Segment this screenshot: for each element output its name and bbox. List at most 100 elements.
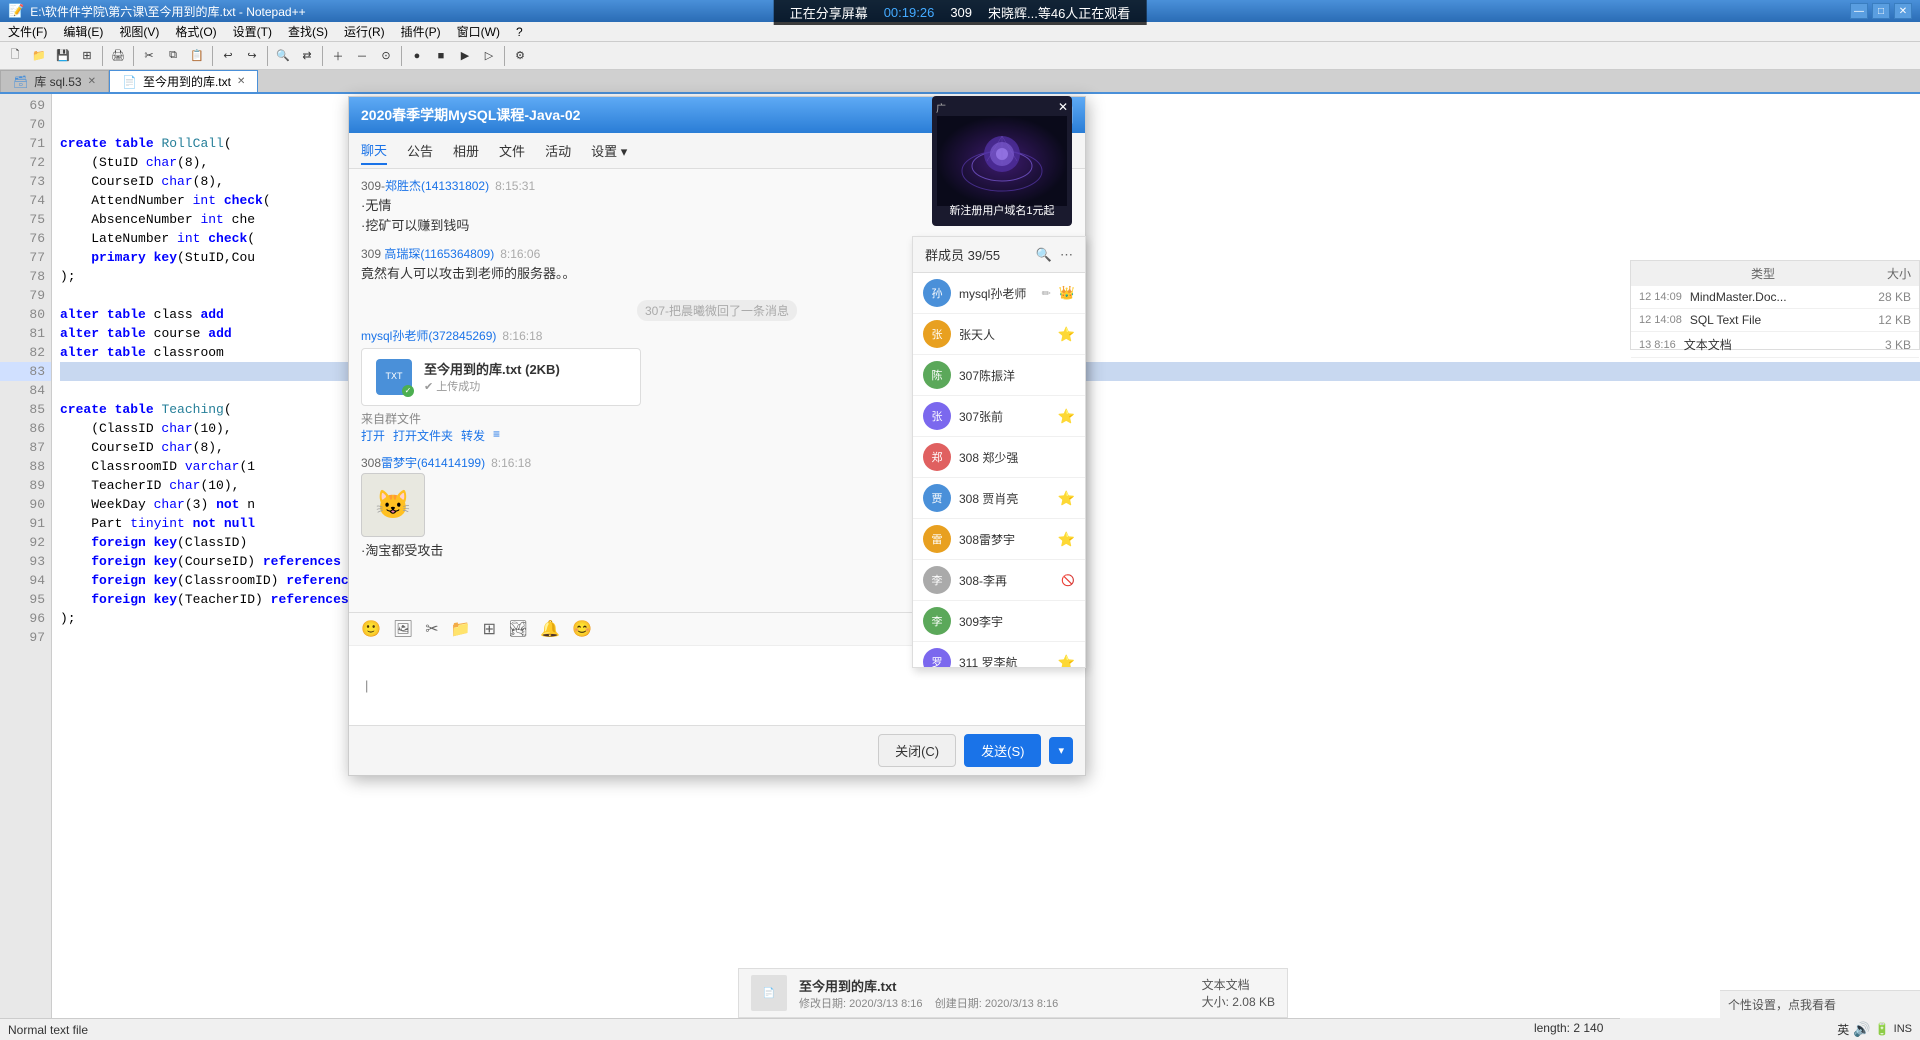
group-icon[interactable]: ⊞ xyxy=(483,619,496,639)
toolbar-redo[interactable]: ↪ xyxy=(241,45,263,67)
file-forward-btn[interactable]: 转发 xyxy=(461,427,485,444)
menu-settings[interactable]: 设置(T) xyxy=(225,22,280,41)
toolbar-save[interactable]: 💾 xyxy=(52,45,74,67)
ln-78: 78 xyxy=(0,267,51,286)
chat-send-button[interactable]: 发送(S) xyxy=(964,734,1041,767)
chat-nav-album[interactable]: 相册 xyxy=(453,137,479,164)
member-item-luo[interactable]: 罗 311 罗李航 ⭐ xyxy=(913,642,1085,667)
msg-2-name[interactable]: 高瑞琛(1165364809) xyxy=(384,247,494,261)
tray-network-icon[interactable]: 🔊 xyxy=(1853,1021,1870,1038)
toolbar-zoom-out[interactable]: － xyxy=(351,45,373,67)
recent-item-3[interactable]: 13 8:16 文本文档 3 KB xyxy=(1631,332,1919,358)
chat-close-button[interactable]: 关闭(C) xyxy=(878,734,956,767)
file-open-folder-btn[interactable]: 打开文件夹 xyxy=(393,427,453,444)
personal-settings-bar[interactable]: 个性设置，点我看看 xyxy=(1720,990,1920,1018)
bell-icon[interactable]: 🔔 xyxy=(540,619,560,639)
tab-txt[interactable]: 📄 至今用到的库.txt ✕ xyxy=(109,70,258,92)
face-icon[interactable]: 😊 xyxy=(572,619,592,639)
member-item-lei[interactable]: 雷 308雷梦宇 ⭐ xyxy=(913,519,1085,560)
toolbar-macro-rec[interactable]: ● xyxy=(406,45,428,67)
toolbar-copy[interactable]: ⧉ xyxy=(162,45,184,67)
tray-lang-icon[interactable]: 英 xyxy=(1837,1021,1849,1038)
file-open-btn[interactable]: 打开 xyxy=(361,427,385,444)
toolbar-sep6 xyxy=(401,46,402,66)
chat-nav-activity[interactable]: 活动 xyxy=(545,137,571,164)
toolbar-paste[interactable]: 📋 xyxy=(186,45,208,67)
file-more-btn[interactable]: ≡ xyxy=(493,427,500,444)
msg-4-name[interactable]: 雷梦宇(641414199) xyxy=(381,456,485,470)
member-item-li[interactable]: 李 308-李再 🚫 xyxy=(913,560,1085,601)
emoji-icon[interactable]: 🙂 xyxy=(361,619,381,639)
msg-3-time: 8:16:18 xyxy=(502,329,542,343)
toolbar-open[interactable]: 📁 xyxy=(28,45,50,67)
toolbar-cut[interactable]: ✂ xyxy=(138,45,160,67)
members-more-icon[interactable]: ⋯ xyxy=(1060,247,1073,263)
msg-3-name[interactable]: mysql孙老师(372845269) xyxy=(361,329,496,343)
toolbar-replace[interactable]: ⇄ xyxy=(296,45,318,67)
scissors-icon[interactable]: ✂ xyxy=(425,619,438,639)
member-name-zhangq: 307张前 xyxy=(959,408,1050,425)
msg-1-time: 8:15:31 xyxy=(495,179,535,193)
ln-89: 89 xyxy=(0,476,51,495)
chat-nav-files[interactable]: 文件 xyxy=(499,137,525,164)
minimize-button[interactable]: — xyxy=(1850,3,1868,19)
maximize-button[interactable]: □ xyxy=(1872,3,1890,19)
toolbar-print[interactable]: 🖨 xyxy=(107,45,129,67)
chat-nav-settings[interactable]: 设置 ▾ xyxy=(591,137,627,164)
menu-edit[interactable]: 编辑(E) xyxy=(55,22,111,41)
member-item-chen[interactable]: 陈 307陈振洋 xyxy=(913,355,1085,396)
tab-sql[interactable]: 🗃 库 sql.53 ✕ xyxy=(0,70,109,92)
members-panel: 群成员 39/55 🔍 ⋯ 孙 mysql孙老师 ✏ 👑 张 张天人 ⭐ 陈 3… xyxy=(912,236,1086,668)
menu-window[interactable]: 窗口(W) xyxy=(449,22,508,41)
member-item-liyu[interactable]: 李 309李宇 xyxy=(913,601,1085,642)
member-name-jia: 308 贾肖亮 xyxy=(959,490,1050,507)
member-item-zhang[interactable]: 张 张天人 ⭐ xyxy=(913,314,1085,355)
ad-text[interactable]: 新注册用户域名1元起 xyxy=(932,202,1072,218)
chat-nav-notice[interactable]: 公告 xyxy=(407,137,433,164)
ln-88: 88 xyxy=(0,457,51,476)
menu-run[interactable]: 运行(R) xyxy=(336,22,393,41)
menu-format[interactable]: 格式(O) xyxy=(167,22,224,41)
member-item-teacher[interactable]: 孙 mysql孙老师 ✏ 👑 xyxy=(913,273,1085,314)
toolbar-macro-stop[interactable]: ■ xyxy=(430,45,452,67)
upload-success-icon: ✓ xyxy=(402,385,414,397)
chat-send-arrow-button[interactable]: ▾ xyxy=(1049,737,1073,764)
menu-plugins[interactable]: 插件(P) xyxy=(393,22,449,41)
ln-86: 86 xyxy=(0,419,51,438)
toolbar-save-all[interactable]: ⊞ xyxy=(76,45,98,67)
chat-cursor-indicator: | xyxy=(365,677,368,695)
member-item-zhangq[interactable]: 张 307张前 ⭐ xyxy=(913,396,1085,437)
member-item-jia[interactable]: 贾 308 贾肖亮 ⭐ xyxy=(913,478,1085,519)
ln-83: 83 xyxy=(0,362,51,381)
recent-item-2[interactable]: 12 14:08 SQL Text File 12 KB xyxy=(1631,309,1919,332)
toolbar-zoom-reset[interactable]: ⊙ xyxy=(375,45,397,67)
ad-close-button[interactable]: ✕ xyxy=(1058,100,1068,114)
toolbar-sep1 xyxy=(102,46,103,66)
image-icon[interactable]: 🖼 xyxy=(393,619,413,639)
menu-view[interactable]: 视图(V) xyxy=(111,22,167,41)
toolbar-macro-play[interactable]: ▶ xyxy=(454,45,476,67)
recent-item-1[interactable]: 12 14:09 MindMaster.Doc... 28 KB xyxy=(1631,286,1919,309)
toolbar-zoom-in[interactable]: ＋ xyxy=(327,45,349,67)
chat-nav-chat[interactable]: 聊天 xyxy=(361,136,387,165)
recent-item-3-date: 13 8:16 xyxy=(1639,339,1676,351)
photo-icon[interactable]: 🏞 xyxy=(508,619,528,639)
toolbar-macro-run[interactable]: ▷ xyxy=(478,45,500,67)
tab-sql-close[interactable]: ✕ xyxy=(88,76,96,87)
menu-search[interactable]: 查找(S) xyxy=(280,22,336,41)
folder-icon[interactable]: 📁 xyxy=(451,619,471,639)
tray-battery-icon[interactable]: 🔋 xyxy=(1875,1022,1890,1036)
tab-txt-close[interactable]: ✕ xyxy=(237,76,245,87)
menu-file[interactable]: 文件(F) xyxy=(0,22,55,41)
members-search-icon[interactable]: 🔍 xyxy=(1036,247,1052,263)
toolbar-undo[interactable]: ↩ xyxy=(217,45,239,67)
toolbar-find[interactable]: 🔍 xyxy=(272,45,294,67)
toolbar-settings2[interactable]: ⚙ xyxy=(509,45,531,67)
member-item-zheng[interactable]: 郑 308 郑少强 xyxy=(913,437,1085,478)
menu-help[interactable]: ? xyxy=(508,22,531,41)
toolbar-sep7 xyxy=(504,46,505,66)
close-button[interactable]: ✕ xyxy=(1894,3,1912,19)
msg-1-name[interactable]: 郑胜杰(141331802) xyxy=(385,179,489,193)
ln-75: 75 xyxy=(0,210,51,229)
toolbar-new[interactable]: 🗋 xyxy=(4,45,26,67)
